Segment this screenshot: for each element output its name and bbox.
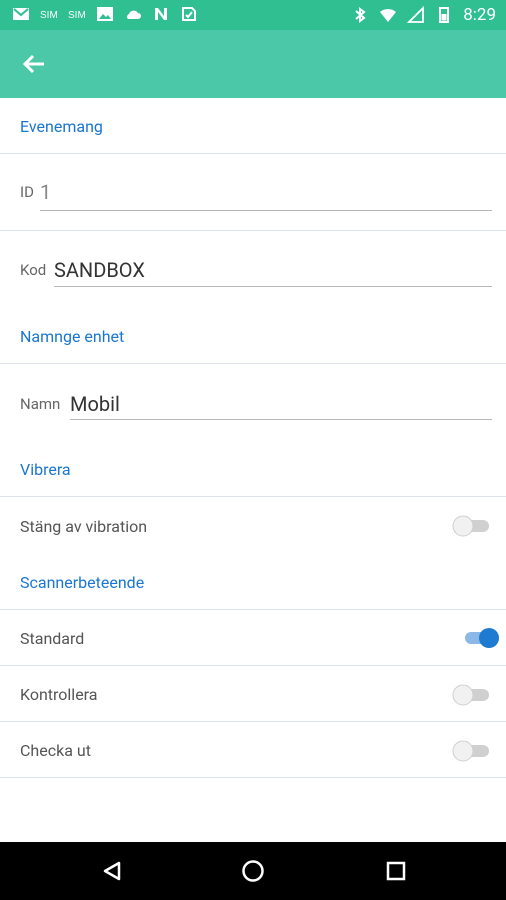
n-icon	[155, 8, 167, 20]
recents-square-icon[interactable]	[384, 859, 408, 883]
sim-off-icon-2: SIM	[68, 10, 86, 21]
id-label: ID	[20, 183, 34, 201]
namn-underline	[70, 419, 492, 420]
bluetooth-icon	[355, 7, 366, 23]
home-circle-icon[interactable]	[241, 859, 265, 883]
status-time: 8:29	[463, 5, 496, 25]
image-icon	[97, 7, 113, 21]
standard-label: Standard	[20, 629, 85, 648]
divider-vibrera	[0, 496, 506, 497]
signal-icon	[407, 6, 425, 23]
cloud-icon	[127, 10, 141, 19]
sim-off-icon: SIM	[40, 10, 58, 21]
divider-evenemang	[0, 153, 506, 154]
status-left-icons: SIM SIM	[12, 5, 198, 23]
divider-id	[0, 230, 506, 231]
section-vibrera-title: Vibrera	[20, 460, 71, 479]
kod-input[interactable]: SANDBOX	[54, 258, 145, 282]
divider-checka-ut	[0, 777, 506, 778]
divider-namnge-enhet	[0, 363, 506, 364]
back-arrow-icon[interactable]	[18, 48, 50, 80]
svg-text:SIM: SIM	[40, 10, 58, 21]
checka-ut-toggle[interactable]	[452, 740, 492, 762]
mail-icon	[13, 8, 29, 20]
section-scannerbeteende-title: Scannerbeteende	[20, 573, 145, 592]
system-nav-bar	[0, 842, 506, 900]
vibration-label: Stäng av vibration	[20, 517, 148, 536]
status-bar: SIM SIM 8:29	[0, 0, 506, 30]
wifi-icon	[380, 8, 397, 22]
section-namnge-enhet-title: Namnge enhet	[20, 327, 125, 346]
section-evenemang-title: Evenemang	[20, 117, 103, 136]
checka-ut-label: Checka ut	[20, 741, 91, 760]
divider-standard	[0, 665, 506, 666]
namn-input[interactable]: Mobil	[70, 392, 120, 416]
kod-label: Kod	[20, 261, 47, 279]
vibration-toggle[interactable]	[452, 515, 492, 537]
kontrollera-label: Kontrollera	[20, 685, 98, 704]
check-icon	[182, 7, 196, 21]
kontrollera-toggle[interactable]	[452, 684, 492, 706]
svg-text:SIM: SIM	[68, 10, 86, 21]
id-underline	[40, 210, 492, 211]
kod-underline	[54, 286, 492, 287]
back-triangle-icon[interactable]	[100, 859, 124, 883]
id-input[interactable]: 1	[40, 180, 51, 204]
namn-label: Namn	[20, 395, 61, 413]
app-bar	[0, 30, 506, 98]
divider-kontrollera	[0, 721, 506, 722]
battery-icon	[439, 7, 450, 23]
status-right: 8:29	[351, 5, 496, 25]
standard-toggle[interactable]	[462, 627, 502, 649]
divider-scannerbeteende	[0, 609, 506, 610]
